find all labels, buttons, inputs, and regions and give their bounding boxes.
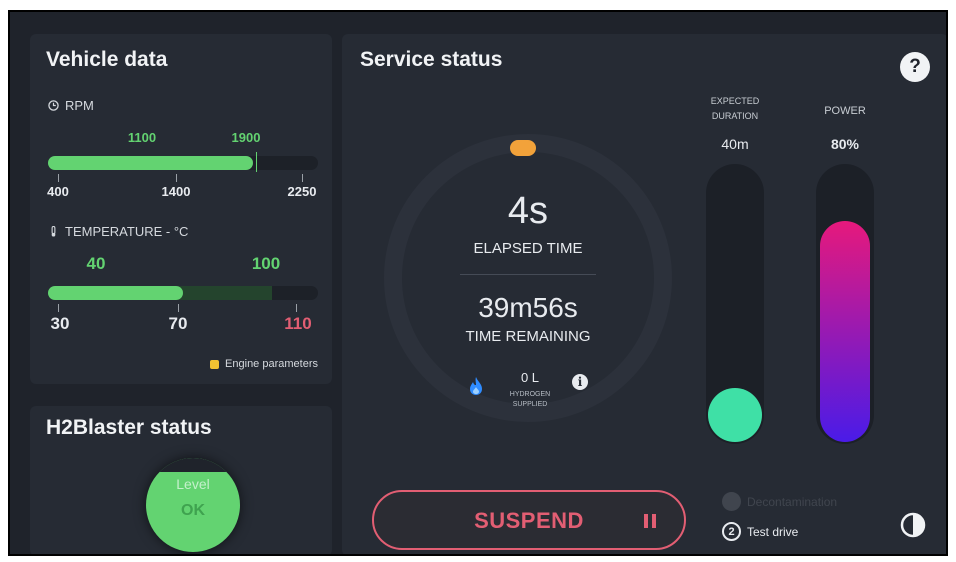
h2blaster-title: H2Blaster status xyxy=(46,416,212,439)
vehicle-data-panel: Vehicle data RPM 1100 1900 400 1400 2250… xyxy=(30,34,332,384)
app-screen: Vehicle data RPM 1100 1900 400 1400 2250… xyxy=(8,10,948,556)
temp-ok-zone xyxy=(178,286,272,300)
flame-icon xyxy=(470,377,482,395)
power-label: POWER xyxy=(824,105,866,117)
rpm-tick-2 xyxy=(176,174,177,182)
expected-duration-handle[interactable] xyxy=(708,388,762,442)
temp-range-low: 40 xyxy=(86,254,106,273)
service-status-panel: Service status 4s ELAPSED TIME 39m56s TI… xyxy=(342,34,946,554)
temp-range-high: 100 xyxy=(251,254,281,273)
info-icon[interactable]: i xyxy=(572,374,588,390)
rpm-range-low: 1100 xyxy=(127,130,157,145)
rpm-label: RPM xyxy=(48,98,94,113)
rpm-range-high: 1900 xyxy=(231,130,261,145)
rpm-tick-label-1: 400 xyxy=(47,184,69,199)
rpm-tick-label-3: 2250 xyxy=(287,184,317,199)
temp-tick-3 xyxy=(296,304,297,312)
temp-tick-1 xyxy=(58,304,59,312)
rpm-tick-1 xyxy=(58,174,59,182)
hydrogen-label-line1: HYDROGEN xyxy=(509,391,551,398)
hydrogen-value: 0 L xyxy=(520,370,540,385)
expected-duration-value: 40m xyxy=(721,136,749,152)
contrast-icon[interactable] xyxy=(900,512,926,538)
gauge-progress-dot xyxy=(510,140,536,156)
temperature-label-text: TEMPERATURE - °C xyxy=(65,224,189,239)
rpm-tick-label-2: 1400 xyxy=(161,184,191,199)
step2-label: Test drive xyxy=(747,524,799,539)
engine-parameters-link[interactable]: Engine parameters xyxy=(210,358,318,370)
suspend-button[interactable]: SUSPEND xyxy=(372,490,686,550)
power-value: 80% xyxy=(830,136,860,152)
time-remaining-label: TIME REMAINING xyxy=(465,328,591,345)
power-fill[interactable] xyxy=(820,221,870,442)
rpm-tick-3 xyxy=(302,174,303,182)
temp-tick-label-2: 70 xyxy=(168,314,188,333)
temp-tick-label-1: 30 xyxy=(50,314,70,333)
hydrogen-label: HYDROGEN SUPPLIED xyxy=(502,390,558,410)
step-decontamination: Decontamination xyxy=(722,492,837,511)
service-status-title: Service status xyxy=(360,48,503,71)
expected-duration-line2: DURATION xyxy=(711,111,759,121)
elapsed-time-label: ELAPSED TIME xyxy=(473,240,583,257)
engine-parameters-label: Engine parameters xyxy=(225,358,318,370)
help-icon[interactable]: ? xyxy=(900,52,930,82)
expected-duration-line1: EXPECTED xyxy=(710,96,760,106)
elapsed-time-value: 4s xyxy=(507,190,549,232)
level-label: Level xyxy=(176,476,210,492)
step2-number: 2 xyxy=(722,522,741,541)
temp-bar-fill xyxy=(48,286,183,300)
rpm-bar-fill xyxy=(48,156,253,170)
legend-square-icon xyxy=(210,359,220,369)
time-remaining-value: 39m56s xyxy=(478,292,578,323)
temp-tick-label-3: 110 xyxy=(284,314,312,333)
step1-label: Decontamination xyxy=(747,494,838,509)
clock-icon xyxy=(48,100,59,111)
suspend-label: SUSPEND xyxy=(474,508,584,533)
vehicle-data-title: Vehicle data xyxy=(46,48,168,71)
level-empty-area xyxy=(146,458,240,472)
level-value: OK xyxy=(181,502,205,519)
rpm-label-text: RPM xyxy=(65,98,94,113)
pause-icon xyxy=(644,514,656,528)
step-test-drive: 2 Test drive xyxy=(722,522,798,541)
thermometer-icon xyxy=(51,226,56,237)
temp-tick-2 xyxy=(178,304,179,312)
level-indicator: Level OK xyxy=(146,458,240,552)
rpm-marker xyxy=(256,152,257,172)
hydrogen-label-line2: SUPPLIED xyxy=(512,401,548,408)
expected-duration-label: EXPECTED DURATION xyxy=(698,94,772,124)
gauge-divider xyxy=(460,274,596,275)
h2blaster-panel: H2Blaster status Level OK xyxy=(30,406,332,554)
temperature-label: TEMPERATURE - °C xyxy=(48,224,188,239)
step-done-icon xyxy=(722,492,741,511)
